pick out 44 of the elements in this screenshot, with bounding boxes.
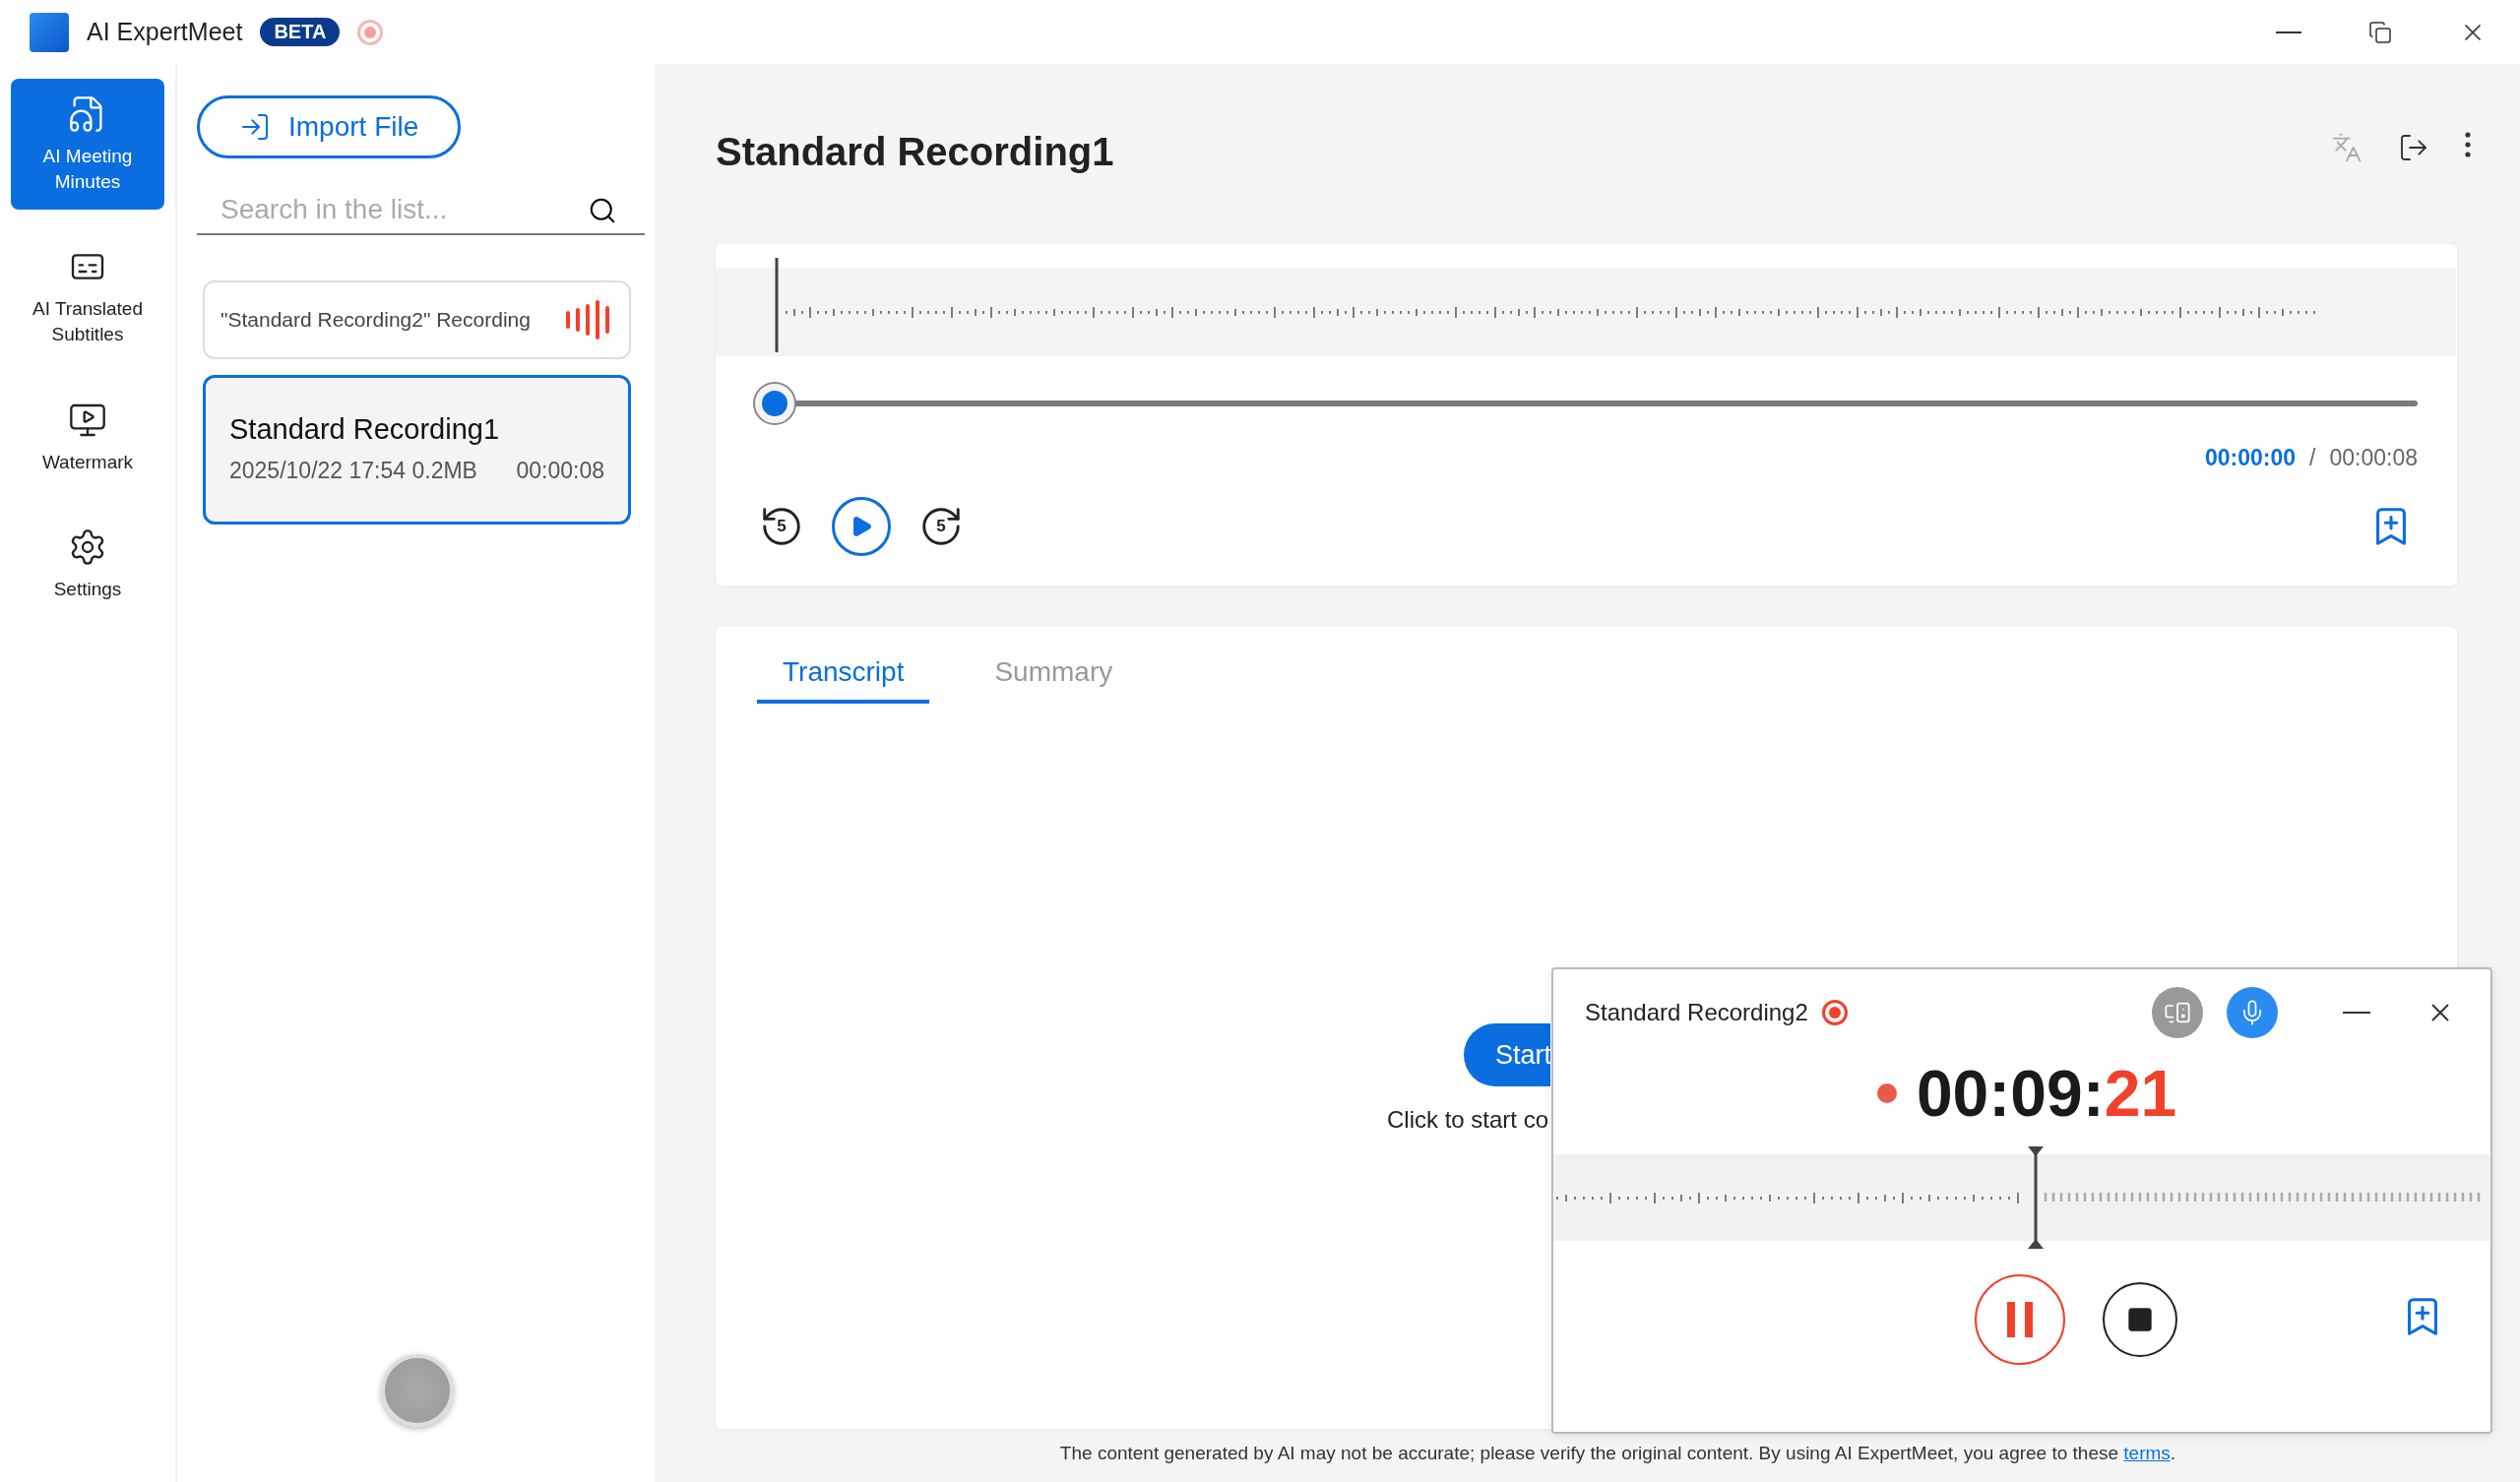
recorder-title: Standard Recording2 [1585,999,1808,1026]
progress-slider[interactable] [755,384,2418,423]
recording-title: Standard Recording1 [228,412,501,447]
minimize-icon [2276,31,2301,33]
beta-badge: BETA [260,18,341,46]
time-separator: / [2309,445,2316,471]
slider-thumb[interactable] [755,384,794,423]
microphone-button[interactable] [2227,987,2278,1038]
translate-icon [2331,131,2362,163]
app-logo [30,12,69,52]
current-time: 00:00:00 [2205,445,2297,471]
terms-link[interactable]: terms [2123,1443,2171,1463]
recording-list-item[interactable]: Standard Recording1 2025/10/22 17:54 0.2MB 00:00:08 [203,375,631,525]
skip-forward-button[interactable]: 5 [918,504,964,549]
total-time: 00:00:08 [2329,445,2418,471]
system-audio-button[interactable] [2152,987,2203,1038]
recording-meta: 2025/10/22 17:54 0.2MB [229,458,477,484]
recording-list-item[interactable]: "Standard Recording2" Recording [203,280,631,359]
start-transcript-button[interactable]: Start [1464,1023,1550,1086]
recording-icon [1821,1000,1848,1025]
more-icon [2465,131,2471,157]
import-icon [239,111,271,143]
recording-dot-icon [1876,1083,1897,1103]
skip-back-button[interactable]: 5 [759,504,804,549]
sidebar-item[interactable]: Watermark [11,384,164,491]
stop-icon [2126,1306,2154,1333]
pause-icon [2007,1302,2033,1337]
recording-timer: 00:09:21 [1916,1056,2177,1131]
recording-title: Standard Recording1 [716,130,1114,174]
import-file-button[interactable]: Import File [197,95,462,158]
disclaimer-text: The content generated by AI may not be accurate; please verify the original content. By using AI ExpertMeet, you agree to these terms. [1058,1443,2177,1465]
app-name: AI ExpertMeet [87,18,243,46]
floating-circle-button[interactable] [381,1354,454,1427]
tab[interactable]: Transcript [757,656,930,704]
sidebar-item[interactable]: Settings [11,512,164,618]
search-icon[interactable] [588,196,617,225]
recording-label: "Standard Recording2" Recording [220,308,531,332]
sidebar-item[interactable]: AI Translated Subtitles [11,231,164,363]
restore-icon [2368,20,2392,44]
minimize-icon [2343,1012,2370,1014]
recording-duration: 00:00:08 [516,458,604,484]
sidebar-item[interactable]: AI Meeting Minutes [11,79,164,211]
play-button[interactable] [832,497,891,556]
hint-text: Click to start co [1387,1106,1549,1134]
